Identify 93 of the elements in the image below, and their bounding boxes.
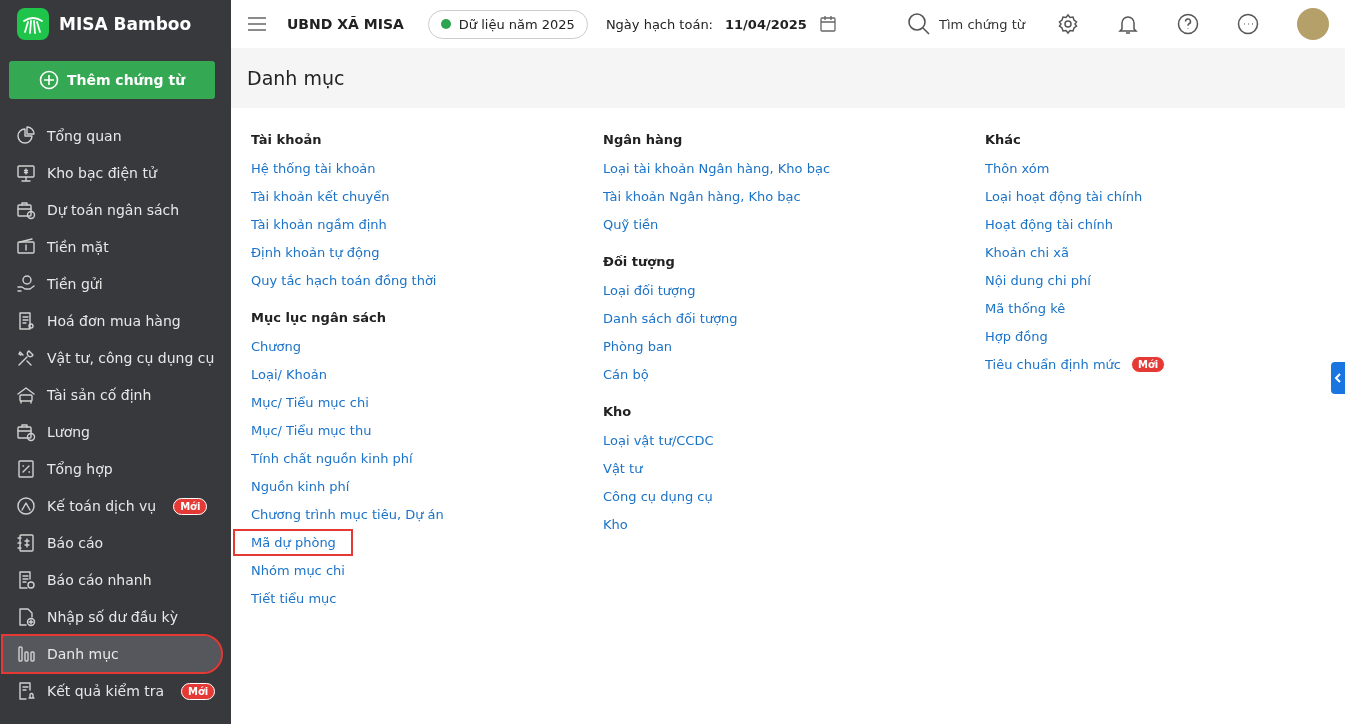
new-badge: Mới <box>181 682 216 700</box>
settings-icon[interactable] <box>1057 13 1079 35</box>
section-heading: Tài khoản <box>251 131 323 149</box>
catalog-link[interactable]: Loại đối tượng <box>603 278 696 302</box>
sidebar-item[interactable]: Danh mục <box>3 636 221 672</box>
sidebar-item[interactable]: Tiền mặt <box>3 229 221 265</box>
sidebar-item[interactable]: Tài sản cố định <box>3 377 221 413</box>
catalog-link[interactable]: Phòng ban <box>603 334 673 358</box>
section-heading: Đối tượng <box>603 253 676 271</box>
section-heading: Kho <box>603 403 633 421</box>
bamboo-logo-icon <box>17 8 49 40</box>
percent-document-icon <box>16 459 36 479</box>
catalog-link[interactable]: Nguồn kinh phí <box>251 474 350 498</box>
document-icon <box>16 311 36 331</box>
catalog-link[interactable]: Thôn xóm <box>985 156 1050 180</box>
catalog-link[interactable]: Công cụ dụng cụ <box>603 484 713 508</box>
catalog-link[interactable]: Định khoản tự động <box>251 240 380 264</box>
catalog-link[interactable]: Tiết tiểu mục <box>251 586 337 610</box>
posting-date-label: Ngày hạch toán: <box>605 16 713 32</box>
menu-icon[interactable] <box>247 16 267 32</box>
dollar-notebook-icon <box>16 533 36 553</box>
report-refresh-icon <box>16 570 36 590</box>
sidebar-item[interactable]: Tổng hợp <box>3 451 221 487</box>
sidebar-item[interactable]: Dự toán ngân sách <box>3 192 221 228</box>
catalog-link[interactable]: Mục/ Tiểu mục chi <box>251 390 369 414</box>
triangle-circle-icon <box>16 496 36 516</box>
catalog-link[interactable]: Loại tài khoản Ngân hàng, Kho bạc <box>603 156 831 180</box>
user-avatar[interactable] <box>1297 8 1329 40</box>
catalog-link[interactable]: Loại vật tư/CCDC <box>603 428 714 452</box>
side-panel-toggle[interactable] <box>1331 362 1345 394</box>
catalog-link[interactable]: Nội dung chi phí <box>985 268 1091 292</box>
plus-circle-icon <box>38 70 59 90</box>
new-badge: Mới <box>1131 355 1166 373</box>
catalog-link[interactable]: Mục/ Tiểu mục thu <box>251 418 372 442</box>
bar-columns-icon <box>16 644 36 664</box>
sidebar-item[interactable]: Nhập số dư đầu kỳ <box>3 599 221 635</box>
sidebar-item[interactable]: Tiền gửi <box>3 266 221 302</box>
catalog-link[interactable]: Loại/ Khoản <box>251 362 327 386</box>
sidebar-item[interactable]: Vật tư, công cụ dụng cụ <box>3 340 221 376</box>
monitor-icon <box>16 163 36 183</box>
add-voucher-button[interactable]: Thêm chứng từ <box>9 61 215 99</box>
pie-chart-icon <box>16 126 36 146</box>
catalog-link[interactable]: Hợp đồng <box>985 324 1048 348</box>
catalog-link[interactable]: Mã thống kê <box>985 296 1066 320</box>
catalog-link[interactable]: Vật tư <box>603 456 643 480</box>
sidebar-item[interactable]: Báo cáo <box>3 525 221 561</box>
search-button[interactable]: Tìm chứng từ <box>901 11 1031 37</box>
catalog-link[interactable]: Tài khoản ngầm định <box>251 212 387 236</box>
catalog-link[interactable]: Hệ thống tài khoản <box>251 156 376 180</box>
catalog-link[interactable]: Khoản chi xã <box>985 240 1069 264</box>
catalog-link[interactable]: Cán bộ <box>603 362 649 386</box>
banknote-icon <box>16 237 36 257</box>
catalog-link[interactable]: Quỹ tiền <box>603 212 659 236</box>
catalog-link[interactable]: Chương trình mục tiêu, Dự án <box>251 502 444 526</box>
app-name: MISA Bamboo <box>59 14 192 34</box>
file-plus-icon <box>16 607 36 627</box>
catalog-link[interactable]: Chương <box>251 334 301 358</box>
sidebar-item[interactable]: Lương <box>3 414 221 450</box>
catalog-link[interactable]: Tiêu chuẩn định mức <box>985 352 1121 376</box>
notification-bell-icon[interactable] <box>1117 13 1139 35</box>
search-icon <box>907 12 932 36</box>
organization-name: UBND XÃ MISA <box>287 16 404 32</box>
catalog-link[interactable]: Kho <box>603 512 628 536</box>
sidebar-item[interactable]: Kết quả kiểm tra Mới <box>3 673 221 709</box>
catalog-link[interactable]: Quy tắc hạch toán đồng thời <box>251 268 437 292</box>
sidebar-item[interactable]: Kế toán dịch vụ Mới <box>3 488 221 524</box>
catalog-link[interactable]: Tài khoản Ngân hàng, Kho bạc <box>603 184 801 208</box>
sidebar-item[interactable]: Báo cáo nhanh <box>3 562 221 598</box>
posting-date-value[interactable]: 11/04/2025 <box>725 16 807 32</box>
catalog-link[interactable]: Loại hoạt động tài chính <box>985 184 1143 208</box>
more-options-icon[interactable] <box>1237 13 1259 35</box>
tools-icon <box>16 348 36 368</box>
data-year-label: Dữ liệu năm 2025 <box>458 16 575 32</box>
catalog-link[interactable]: Mã dự phòng <box>235 530 351 554</box>
chevron-left-icon <box>1334 373 1342 383</box>
briefcase-coin-icon <box>16 200 36 220</box>
sidebar-item[interactable]: Kho bạc điện tử <box>3 155 221 191</box>
new-badge: Mới <box>173 497 208 515</box>
section-heading: Mục lục ngân sách <box>251 309 387 327</box>
section-heading: Khác <box>985 131 1022 149</box>
sidebar-item[interactable]: Hoá đơn mua hàng <box>3 303 221 339</box>
document-bell-icon <box>16 681 36 701</box>
catalog-link[interactable]: Hoạt động tài chính <box>985 212 1114 236</box>
catalog-link[interactable]: Danh sách đối tượng <box>603 306 738 330</box>
section-heading: Ngân hàng <box>603 131 684 149</box>
catalog-link[interactable]: Tính chất nguồn kinh phí <box>251 446 413 470</box>
briefcase-coin-icon <box>16 422 36 442</box>
page-title: Danh mục <box>247 67 345 89</box>
sidebar-item[interactable]: Tổng quan <box>3 118 221 154</box>
catalog-link[interactable]: Tài khoản kết chuyển <box>251 184 390 208</box>
catalog-link[interactable]: Nhóm mục chi <box>251 558 345 582</box>
calendar-icon[interactable] <box>818 15 837 33</box>
help-icon[interactable] <box>1177 13 1199 35</box>
